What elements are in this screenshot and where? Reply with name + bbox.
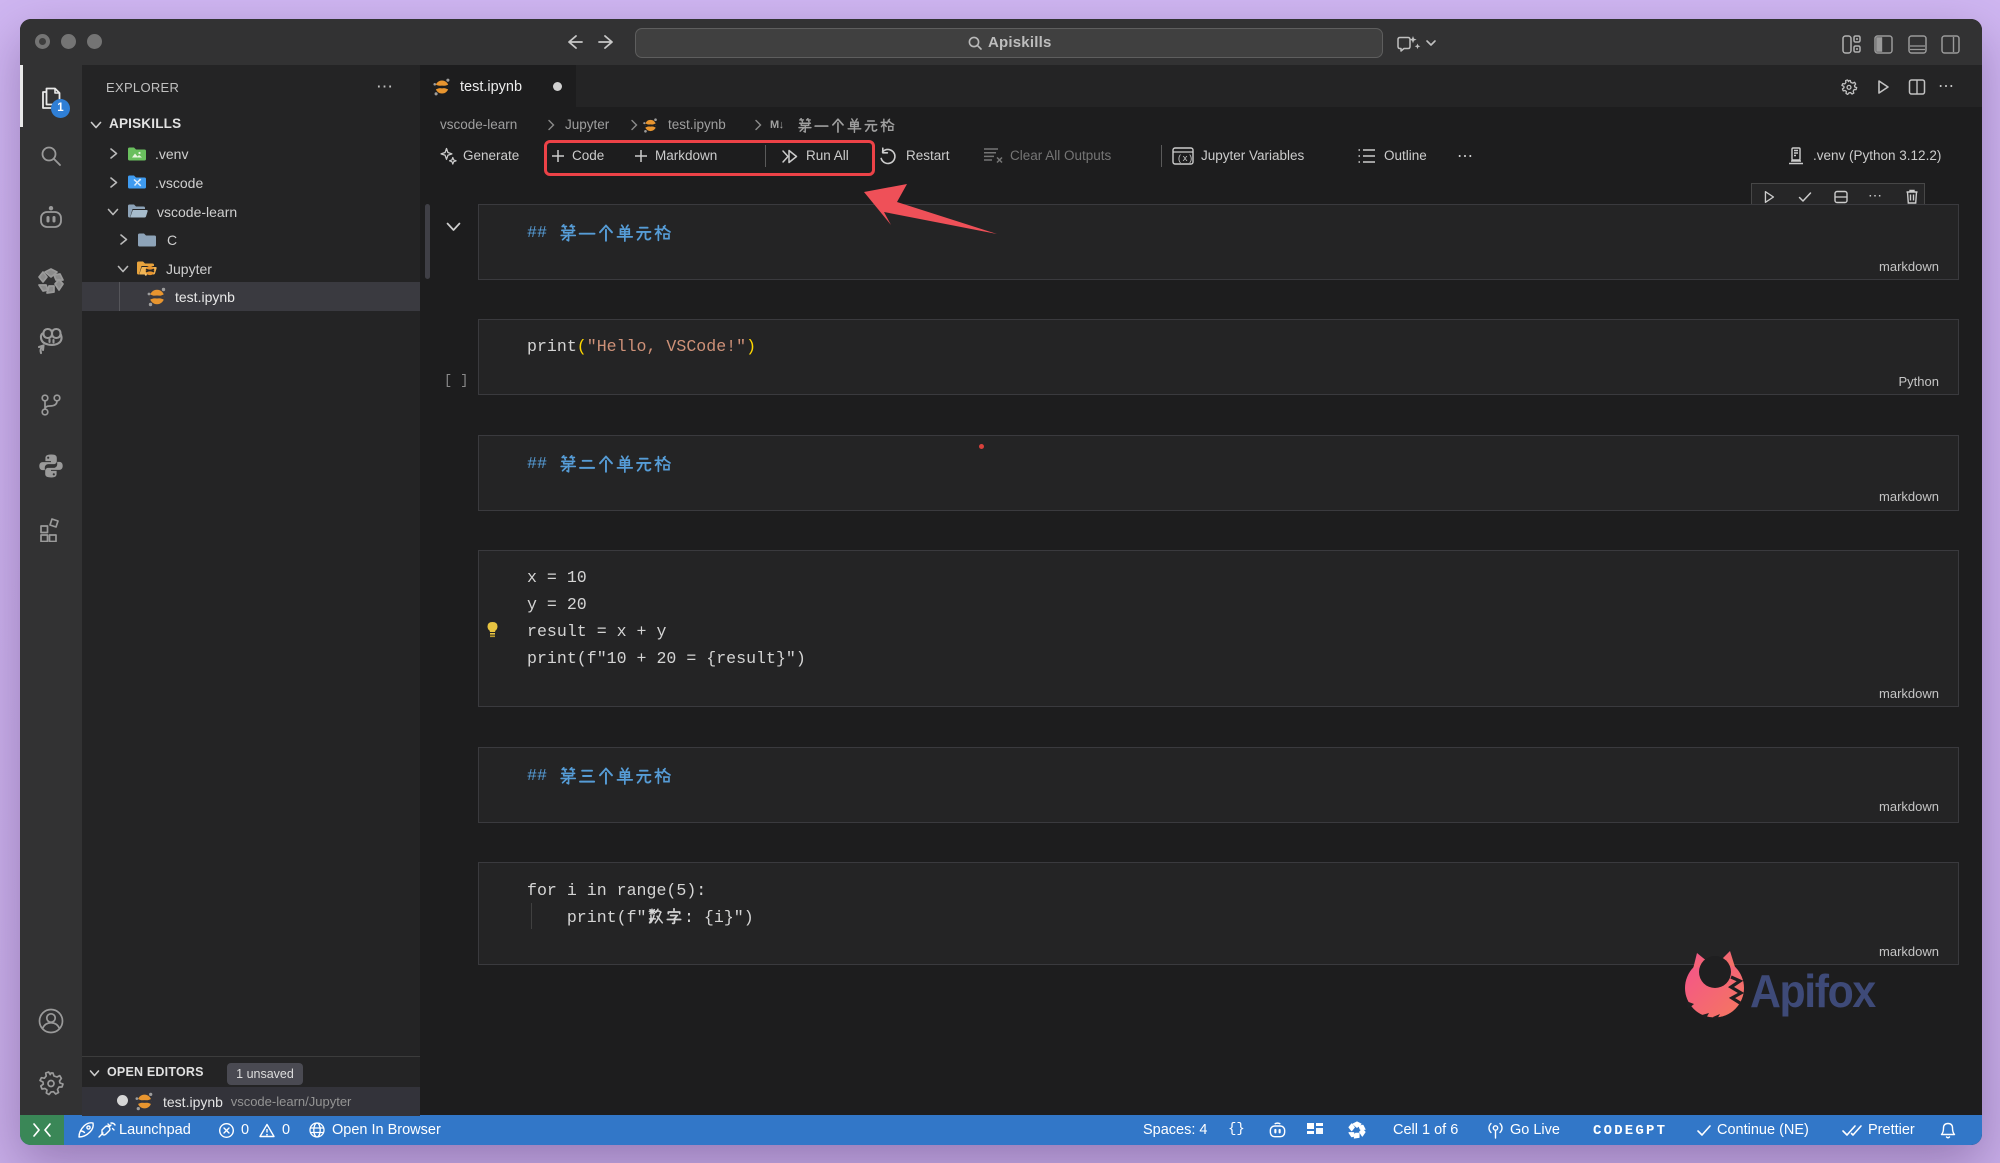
svg-text:(x): (x) xyxy=(1177,154,1193,164)
